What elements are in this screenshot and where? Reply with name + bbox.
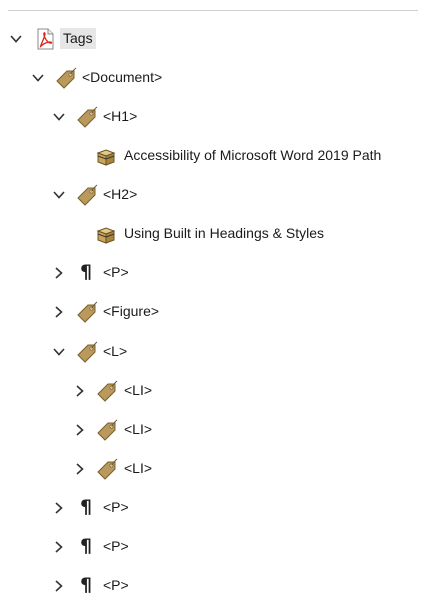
tree-row-h2[interactable]: <H2> — [0, 181, 420, 209]
pilcrow-icon: ¶ — [80, 496, 93, 518]
chevron-right-icon[interactable] — [51, 578, 67, 594]
tree-label: <P> — [103, 538, 129, 554]
chevron-down-icon[interactable] — [51, 109, 67, 125]
tree-label: Using Built in Headings & Styles — [124, 225, 324, 241]
tree-row-l[interactable]: <L> — [0, 338, 420, 366]
tag-icon — [96, 458, 118, 480]
tags-tree: Tags <Document> <H1> Accessibility of Mi… — [0, 0, 428, 611]
tree-row-h1[interactable]: <H1> — [0, 103, 420, 131]
pilcrow-icon: ¶ — [80, 261, 93, 283]
tree-label: <LI> — [124, 382, 153, 398]
chevron-right-icon[interactable] — [72, 383, 88, 399]
tree-label: <L> — [103, 343, 128, 359]
pilcrow-icon: ¶ — [80, 535, 93, 557]
tree-label: <LI> — [124, 460, 153, 476]
tree-row-p[interactable]: ¶ <P> — [0, 259, 420, 287]
chevron-right-icon[interactable] — [72, 461, 88, 477]
tree-label: <LI> — [124, 421, 153, 437]
tree-row-li[interactable]: <LI> — [0, 416, 420, 444]
tree-row-content[interactable]: Using Built in Headings & Styles — [0, 220, 420, 248]
tree-label: <Document> — [82, 69, 163, 85]
tag-icon — [96, 380, 118, 402]
chevron-right-icon[interactable] — [51, 500, 67, 516]
chevron-right-icon[interactable] — [51, 265, 67, 281]
tree-row-p[interactable]: ¶ <P> — [0, 572, 420, 600]
content-box-icon — [96, 147, 116, 169]
tree-row-tags-root[interactable]: Tags — [0, 25, 420, 53]
tag-icon — [55, 67, 77, 89]
tree-label-tags: Tags — [60, 28, 96, 49]
tree-row-figure[interactable]: <Figure> — [0, 298, 420, 326]
tree-label: <P> — [103, 264, 129, 280]
tree-label: <Figure> — [103, 303, 160, 319]
tag-icon — [76, 106, 98, 128]
tree-row-p[interactable]: ¶ <P> — [0, 494, 420, 522]
pilcrow-icon: ¶ — [80, 574, 93, 596]
tag-icon — [96, 419, 118, 441]
tag-icon — [76, 341, 98, 363]
tree-row-content[interactable]: Accessibility of Microsoft Word 2019 Pat… — [0, 142, 420, 170]
chevron-right-icon[interactable] — [72, 422, 88, 438]
chevron-down-icon[interactable] — [51, 187, 67, 203]
chevron-right-icon[interactable] — [51, 304, 67, 320]
tag-icon — [76, 184, 98, 206]
chevron-right-icon[interactable] — [51, 539, 67, 555]
tree-label: Accessibility of Microsoft Word 2019 Pat… — [124, 147, 382, 163]
tree-row-li[interactable]: <LI> — [0, 455, 420, 483]
content-box-icon — [96, 225, 116, 247]
chevron-down-icon[interactable] — [30, 70, 46, 86]
tree-row-document[interactable]: <Document> — [0, 64, 420, 92]
tree-row-p[interactable]: ¶ <P> — [0, 533, 420, 561]
pdf-document-icon — [35, 28, 55, 50]
chevron-down-icon[interactable] — [51, 344, 67, 360]
tag-icon — [76, 301, 98, 323]
tree-label: <H2> — [103, 186, 138, 202]
chevron-down-icon[interactable] — [8, 31, 24, 47]
tree-label: <H1> — [103, 108, 138, 124]
tree-row-li[interactable]: <LI> — [0, 377, 420, 405]
tree-label: <P> — [103, 499, 129, 515]
tree-label: <P> — [103, 577, 129, 593]
